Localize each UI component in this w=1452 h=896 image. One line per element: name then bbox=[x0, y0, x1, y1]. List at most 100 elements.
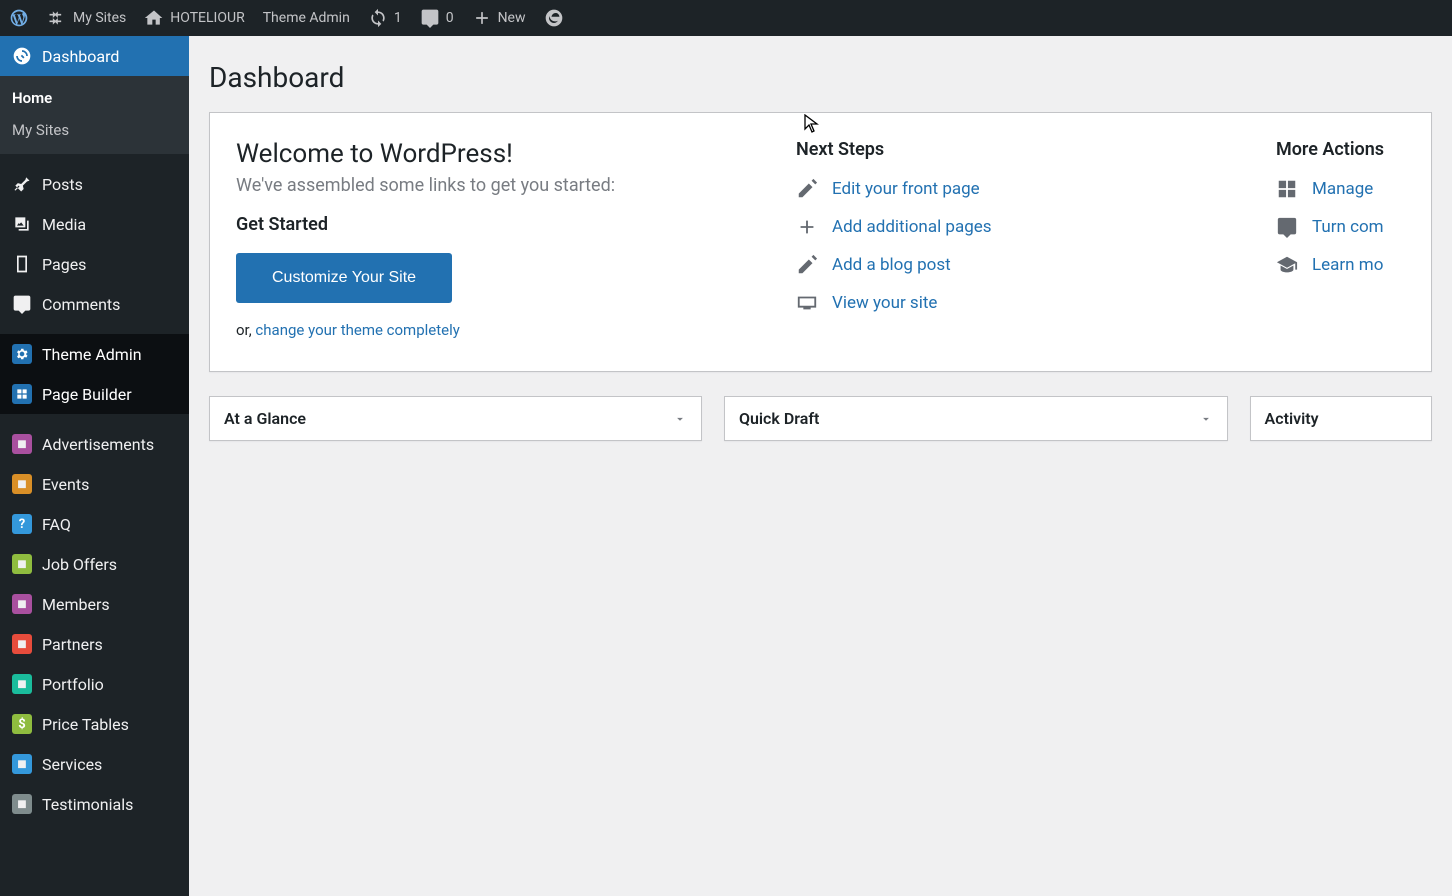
sidebar-item-comments[interactable]: Comments bbox=[0, 284, 189, 324]
sidebar-page-builder-label: Page Builder bbox=[42, 385, 132, 404]
chevron-down-icon bbox=[673, 412, 687, 426]
sidebar-partners-label: Partners bbox=[42, 635, 103, 654]
admin-sidebar: Dashboard Home My Sites Posts Media Page… bbox=[0, 36, 189, 896]
adminbar-comments[interactable]: 0 bbox=[411, 0, 463, 36]
advertisements-icon: ■ bbox=[12, 434, 32, 454]
edit-icon bbox=[796, 178, 818, 200]
adminbar-site-name[interactable]: HOTELIOUR bbox=[135, 0, 253, 36]
sidebar-item-price-tables[interactable]: $ Price Tables bbox=[0, 704, 189, 744]
sidebar-services-label: Services bbox=[42, 755, 102, 774]
sidebar-item-job-offers[interactable]: ■ Job Offers bbox=[0, 544, 189, 584]
adminbar-updates[interactable]: 1 bbox=[359, 0, 411, 36]
plus-icon bbox=[472, 8, 492, 28]
metabox-activity-header[interactable]: Activity bbox=[1251, 397, 1431, 440]
sidebar-sub-mysites[interactable]: My Sites bbox=[0, 114, 189, 146]
refresh-icon bbox=[368, 8, 388, 28]
welcome-col-more-actions: More Actions Manage Turn com Learn mo bbox=[1276, 139, 1384, 339]
comment-icon bbox=[12, 294, 32, 314]
home-icon bbox=[144, 8, 164, 28]
welcome-subtitle: We've assembled some links to get you st… bbox=[236, 175, 756, 196]
customize-site-button[interactable]: Customize Your Site bbox=[236, 253, 452, 303]
metabox-quick-title: Quick Draft bbox=[739, 409, 819, 428]
chevron-down-icon bbox=[1199, 412, 1213, 426]
sidebar-item-members[interactable]: ■ Members bbox=[0, 584, 189, 624]
sidebar-media-label: Media bbox=[42, 215, 86, 234]
link-manage[interactable]: Manage bbox=[1312, 179, 1373, 199]
sidebar-item-portfolio[interactable]: ■ Portfolio bbox=[0, 664, 189, 704]
adminbar-updates-count: 1 bbox=[394, 10, 402, 26]
metaboxes-row: At a Glance Quick Draft Activity bbox=[209, 396, 1432, 441]
adminbar-new-label: New bbox=[498, 10, 526, 26]
main-content: Dashboard Welcome to WordPress! We've as… bbox=[189, 36, 1452, 896]
more-action-turn: Turn com bbox=[1276, 216, 1384, 238]
events-icon: ■ bbox=[12, 474, 32, 494]
adminbar-edge[interactable] bbox=[535, 0, 573, 36]
partners-icon: ■ bbox=[12, 634, 32, 654]
sidebar-theme-admin-label: Theme Admin bbox=[42, 345, 142, 364]
members-icon: ■ bbox=[12, 594, 32, 614]
dashboard-icon bbox=[12, 46, 32, 66]
testimonials-icon: ■ bbox=[12, 794, 32, 814]
change-theme-link[interactable]: change your theme completely bbox=[255, 321, 459, 339]
wordpress-icon bbox=[9, 8, 29, 28]
sidebar-advertisements-label: Advertisements bbox=[42, 435, 154, 454]
sidebar-members-label: Members bbox=[42, 595, 110, 614]
next-step-add-pages: Add additional pages bbox=[796, 216, 1236, 238]
metabox-activity: Activity bbox=[1250, 396, 1432, 441]
price-tables-icon: $ bbox=[12, 714, 32, 734]
sidebar-item-media[interactable]: Media bbox=[0, 204, 189, 244]
sidebar-item-dashboard[interactable]: Dashboard bbox=[0, 36, 189, 76]
metabox-at-a-glance: At a Glance bbox=[209, 396, 702, 441]
welcome-col-get-started: Welcome to WordPress! We've assembled so… bbox=[236, 139, 756, 339]
link-add-pages[interactable]: Add additional pages bbox=[832, 217, 992, 237]
sidebar-item-partners[interactable]: ■ Partners bbox=[0, 624, 189, 664]
sidebar-item-services[interactable]: ■ Services bbox=[0, 744, 189, 784]
admin-toolbar: My Sites HOTELIOUR Theme Admin 1 0 New bbox=[0, 0, 1452, 36]
portfolio-icon: ■ bbox=[12, 674, 32, 694]
link-edit-front[interactable]: Edit your front page bbox=[832, 179, 980, 199]
sidebar-comments-label: Comments bbox=[42, 295, 120, 314]
media-icon bbox=[12, 214, 32, 234]
metabox-quick-draft: Quick Draft bbox=[724, 396, 1228, 441]
page-builder-icon bbox=[12, 384, 32, 404]
get-started-heading: Get Started bbox=[236, 214, 756, 235]
sidebar-sub-home[interactable]: Home bbox=[0, 82, 189, 114]
sidebar-item-advertisements[interactable]: ■ Advertisements bbox=[0, 424, 189, 464]
adminbar-new[interactable]: New bbox=[463, 0, 535, 36]
welcome-col-next-steps: Next Steps Edit your front page Add addi… bbox=[796, 139, 1236, 339]
edge-icon bbox=[544, 8, 564, 28]
sidebar-posts-label: Posts bbox=[42, 175, 83, 194]
adminbar-my-sites[interactable]: My Sites bbox=[38, 0, 135, 36]
metabox-glance-title: At a Glance bbox=[224, 409, 306, 428]
pin-icon bbox=[12, 174, 32, 194]
more-action-manage: Manage bbox=[1276, 178, 1384, 200]
sidebar-item-page-builder[interactable]: Page Builder bbox=[0, 374, 189, 414]
sidebar-item-posts[interactable]: Posts bbox=[0, 164, 189, 204]
services-icon: ■ bbox=[12, 754, 32, 774]
faq-icon: ? bbox=[12, 514, 32, 534]
wp-logo[interactable] bbox=[0, 0, 38, 36]
learn-icon bbox=[1276, 254, 1298, 276]
edit-icon bbox=[796, 254, 818, 276]
page-title: Dashboard bbox=[209, 46, 1432, 112]
adminbar-theme-admin[interactable]: Theme Admin bbox=[254, 0, 359, 36]
next-step-view-site: View your site bbox=[796, 292, 1236, 314]
welcome-panel: Welcome to WordPress! We've assembled so… bbox=[209, 112, 1432, 372]
link-learn[interactable]: Learn mo bbox=[1312, 255, 1383, 275]
sidebar-item-testimonials[interactable]: ■ Testimonials bbox=[0, 784, 189, 824]
metabox-glance-header[interactable]: At a Glance bbox=[210, 397, 701, 440]
sidebar-item-faq[interactable]: ? FAQ bbox=[0, 504, 189, 544]
adminbar-my-sites-label: My Sites bbox=[73, 10, 126, 26]
metabox-quick-header[interactable]: Quick Draft bbox=[725, 397, 1227, 440]
next-step-edit-front: Edit your front page bbox=[796, 178, 1236, 200]
sidebar-item-events[interactable]: ■ Events bbox=[0, 464, 189, 504]
link-view-site[interactable]: View your site bbox=[832, 293, 937, 313]
sidebar-item-pages[interactable]: Pages bbox=[0, 244, 189, 284]
widgets-icon bbox=[1276, 178, 1298, 200]
sidebar-item-theme-admin[interactable]: Theme Admin bbox=[0, 334, 189, 374]
metabox-activity-title: Activity bbox=[1265, 409, 1319, 428]
adminbar-theme-admin-label: Theme Admin bbox=[263, 10, 350, 26]
link-add-blog[interactable]: Add a blog post bbox=[832, 255, 951, 275]
link-turn[interactable]: Turn com bbox=[1312, 217, 1384, 237]
sidebar-job-offers-label: Job Offers bbox=[42, 555, 117, 574]
